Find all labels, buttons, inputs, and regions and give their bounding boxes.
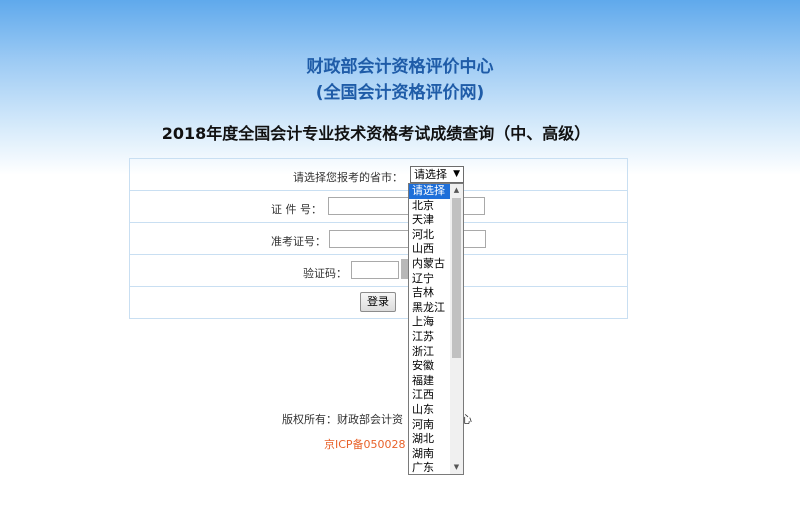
dropdown-option[interactable]: 北京 — [409, 199, 450, 214]
dropdown-option[interactable]: 福建 — [409, 374, 450, 389]
query-title: 2018年度全国会计专业技术资格考试成绩查询（中、高级） — [161, 124, 591, 143]
dropdown-option[interactable]: 湖北 — [409, 432, 450, 447]
chevron-down-icon: ▼ — [453, 169, 460, 179]
login-button[interactable]: 登录 — [360, 292, 396, 312]
dropdown-option[interactable]: 广东 — [409, 461, 450, 474]
dropdown-option[interactable]: 江苏 — [409, 330, 450, 345]
dropdown-option[interactable]: 山西 — [409, 242, 450, 257]
dropdown-option[interactable]: 河北 — [409, 228, 450, 243]
dropdown-option[interactable]: 天津 — [409, 213, 450, 228]
dropdown-option[interactable]: 安徽 — [409, 359, 450, 374]
scroll-thumb[interactable] — [452, 198, 461, 358]
dropdown-option[interactable]: 上海 — [409, 315, 450, 330]
ticket-number-label: 准考证号： — [271, 235, 326, 248]
province-select[interactable]: 请选择 ▼ — [410, 166, 464, 183]
ticket-number-row: 准考证号： — [130, 223, 627, 255]
province-select-value: 请选择 — [414, 168, 447, 181]
dropdown-option[interactable]: 湖南 — [409, 447, 450, 462]
icp-link[interactable]: 京ICP备050028 — [324, 436, 406, 452]
province-label: 请选择您报考的省市： — [293, 171, 403, 184]
dropdown-option[interactable]: 吉林 — [409, 286, 450, 301]
dropdown-option[interactable]: 辽宁 — [409, 272, 450, 287]
dropdown-scrollbar[interactable]: ▲ ▼ — [450, 184, 463, 474]
dropdown-option[interactable]: 黑龙江 — [409, 301, 450, 316]
login-row: 登录 — [130, 287, 627, 318]
dropdown-option[interactable]: 请选择 — [409, 184, 450, 199]
id-number-row: 证 件 号： — [130, 191, 627, 223]
dropdown-option[interactable]: 浙江 — [409, 345, 450, 360]
dropdown-option[interactable]: 河南 — [409, 418, 450, 433]
scroll-down-icon[interactable]: ▼ — [450, 461, 463, 474]
login-form: 请选择您报考的省市： 请选择 ▼ 证 件 号： 准考证号： 验证码： 登录 — [129, 158, 628, 319]
captcha-input[interactable] — [351, 261, 399, 279]
scroll-up-icon[interactable]: ▲ — [450, 184, 463, 197]
dropdown-option[interactable]: 内蒙古 — [409, 257, 450, 272]
dropdown-option[interactable]: 江西 — [409, 388, 450, 403]
header-title-line1: 财政部会计资格评价中心 — [306, 57, 494, 77]
captcha-label: 验证码： — [303, 267, 347, 280]
captcha-row: 验证码： — [130, 255, 627, 287]
copyright-main: 版权所有：财政部会计资 — [282, 413, 403, 426]
dropdown-option[interactable]: 山东 — [409, 403, 450, 418]
province-dropdown-list[interactable]: 请选择 北京 天津 河北 山西 内蒙古 辽宁 吉林 黑龙江 上海 江苏 浙江 安徽 福建 江西 山东 河南 湖北湖… — [408, 183, 464, 475]
header-title-line2: (全国会计资格评价网) — [315, 83, 485, 103]
province-row: 请选择您报考的省市： 请选择 ▼ — [130, 159, 627, 191]
id-number-label: 证 件 号： — [271, 203, 322, 216]
